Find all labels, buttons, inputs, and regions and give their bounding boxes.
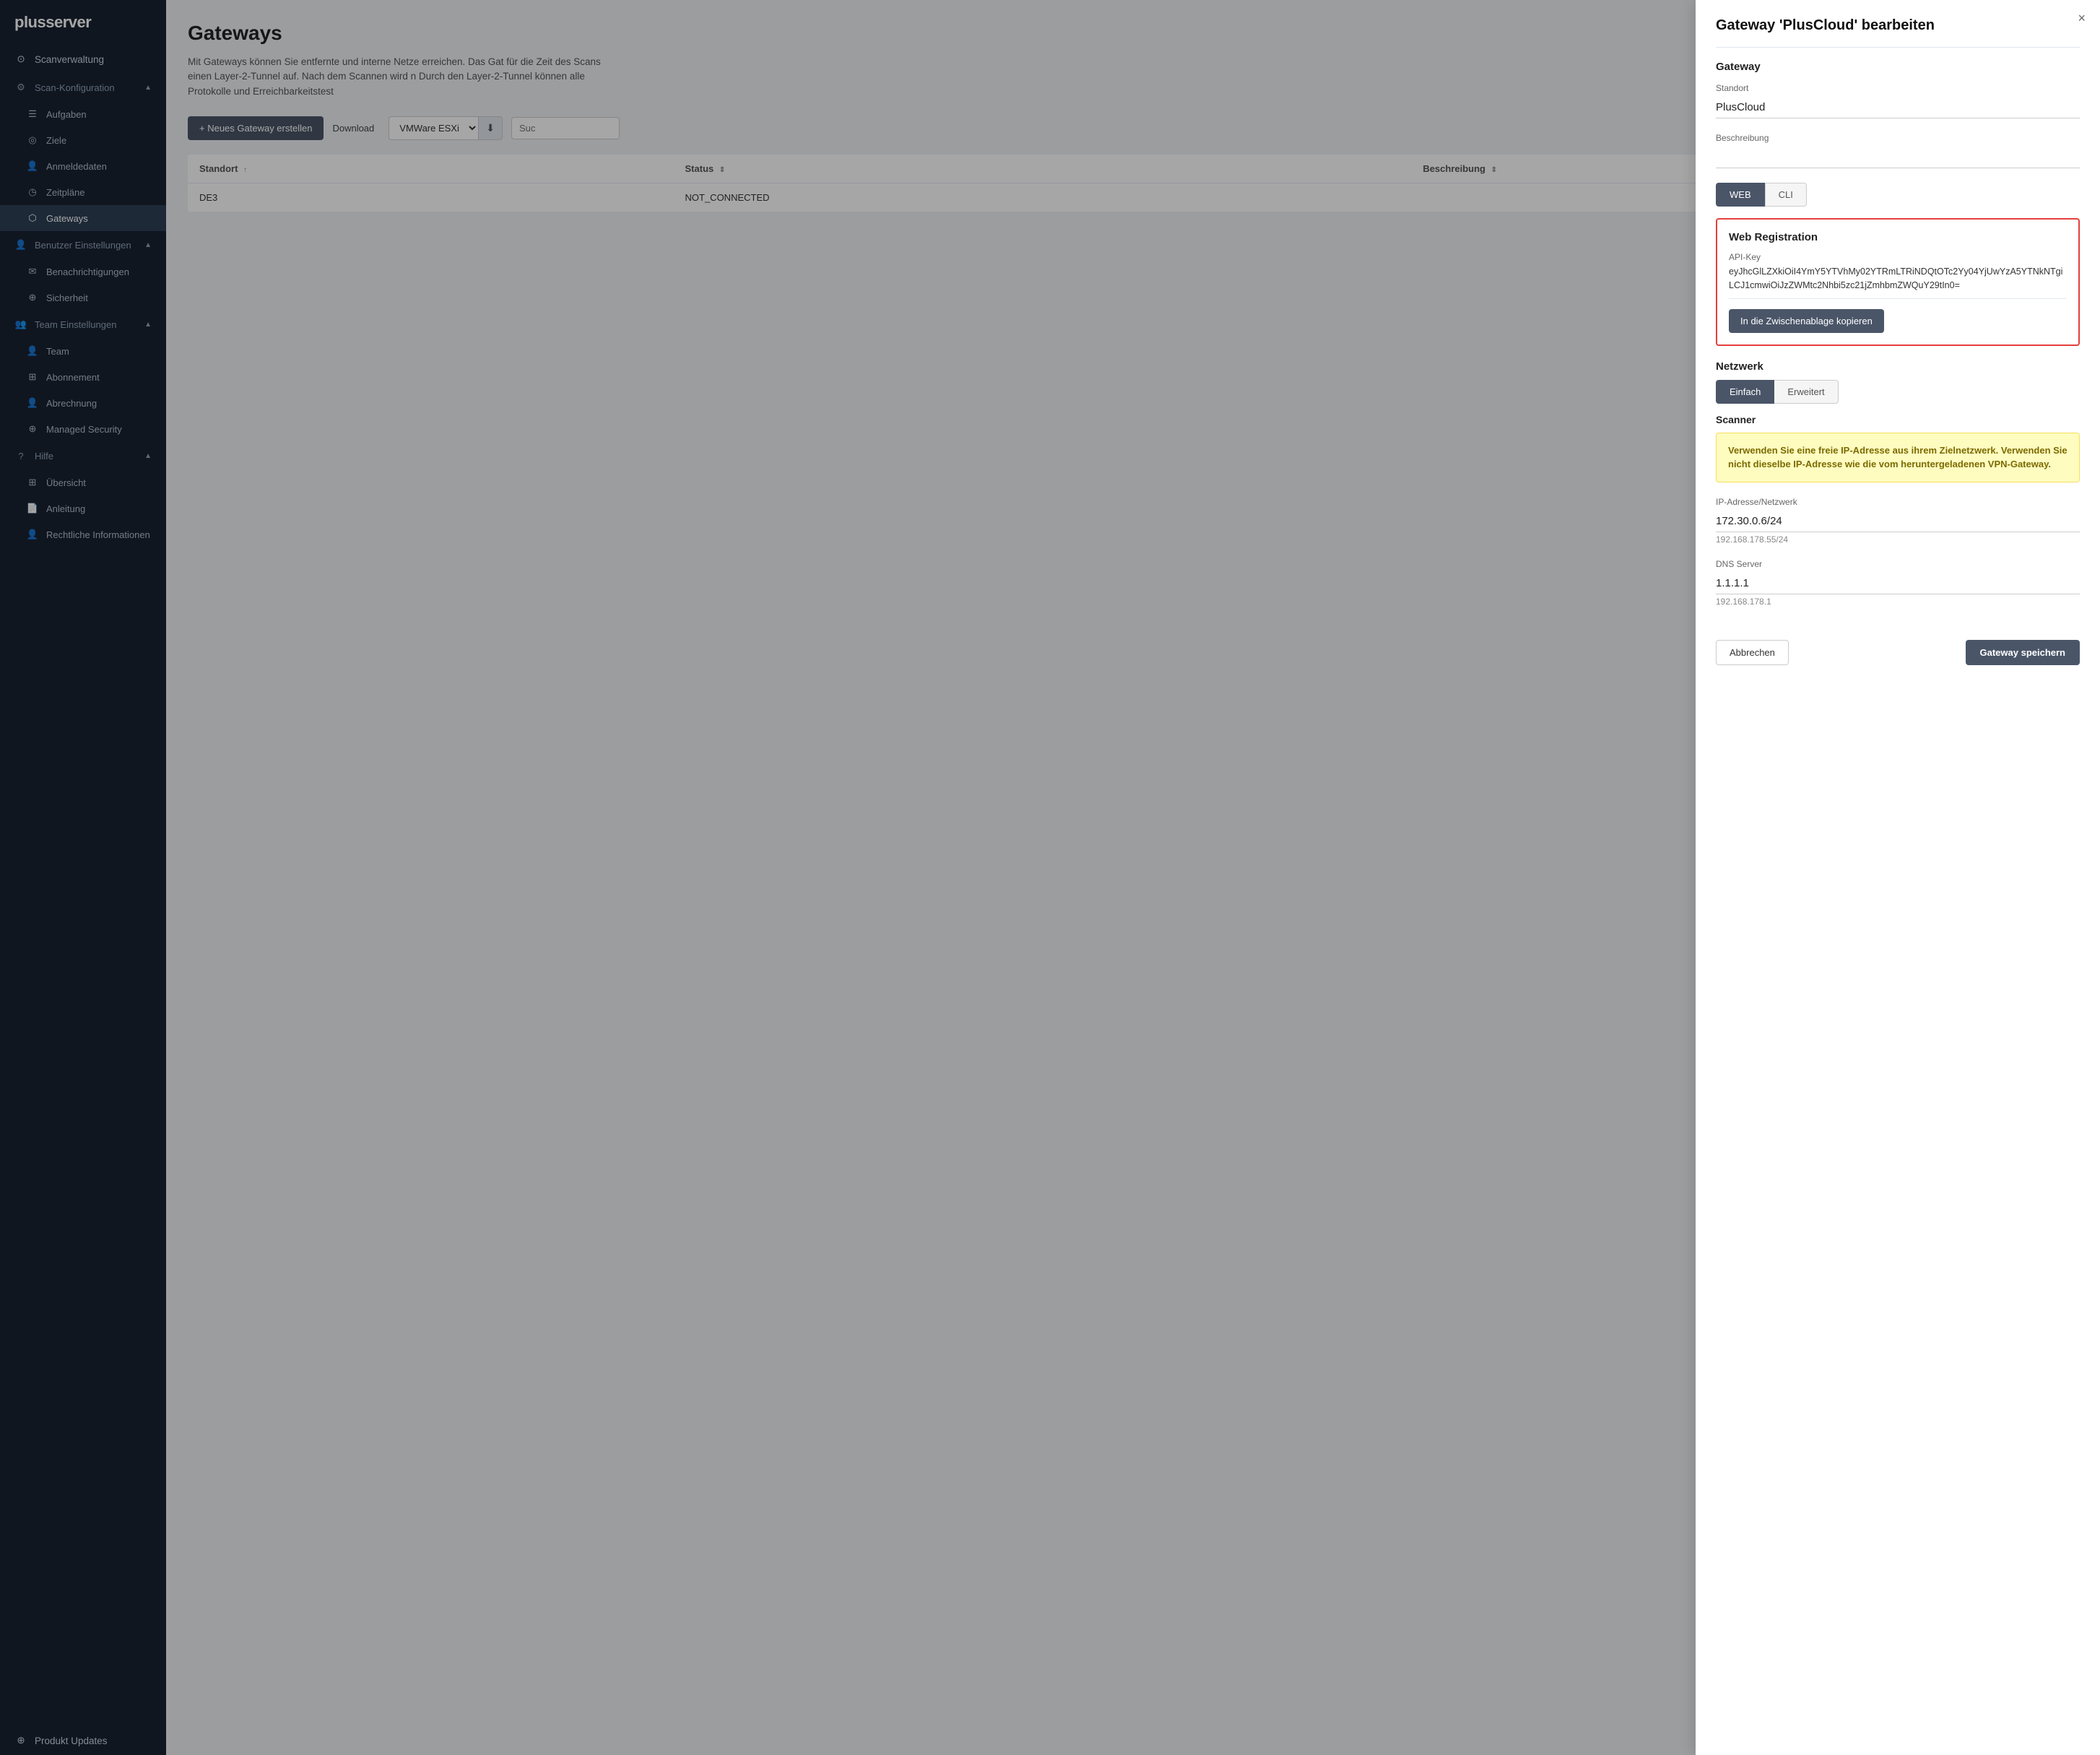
- modal-close-button[interactable]: ×: [2078, 12, 2086, 25]
- form-field-dns: DNS Server 192.168.178.1: [1716, 559, 2080, 607]
- network-tab-group: Einfach Erweitert: [1716, 380, 2080, 404]
- beschreibung-label: Beschreibung: [1716, 133, 2080, 143]
- ip-hint: 192.168.178.55/24: [1716, 534, 2080, 545]
- form-field-beschreibung: Beschreibung: [1716, 133, 2080, 168]
- beschreibung-input[interactable]: [1716, 147, 2080, 168]
- api-key-value: eyJhcGlLZXkiOiI4YmY5YTVhMy02YTRmLTRiNDQt…: [1729, 265, 2067, 299]
- standort-input[interactable]: [1716, 97, 2080, 118]
- modal-footer: Abbrechen Gateway speichern: [1716, 628, 2080, 665]
- network-title: Netzwerk: [1716, 360, 2080, 373]
- modal-title: Gateway 'PlusCloud' bearbeiten: [1716, 17, 2080, 34]
- warning-box: Verwenden Sie eine freie IP-Adresse aus …: [1716, 433, 2080, 482]
- copy-button[interactable]: In die Zwischenablage kopieren: [1729, 309, 1884, 333]
- tab-cli[interactable]: CLI: [1765, 183, 1807, 207]
- save-button[interactable]: Gateway speichern: [1966, 640, 2081, 665]
- standort-label: Standort: [1716, 83, 2080, 93]
- form-field-standort: Standort: [1716, 83, 2080, 118]
- dns-hint: 192.168.178.1: [1716, 597, 2080, 607]
- web-registration-box: Web Registration API-Key eyJhcGlLZXkiOiI…: [1716, 218, 2080, 346]
- scanner-title: Scanner: [1716, 414, 2080, 425]
- tab-group-web-cli: WEB CLI: [1716, 183, 2080, 207]
- form-field-ip: IP-Adresse/Netzwerk 192.168.178.55/24: [1716, 497, 2080, 545]
- modal-panel: × Gateway 'PlusCloud' bearbeiten Gateway…: [1696, 0, 2100, 1755]
- modal-section-gateway: Gateway: [1716, 61, 2080, 73]
- web-reg-title: Web Registration: [1729, 231, 2067, 243]
- api-key-label: API-Key: [1729, 252, 2067, 262]
- ip-input[interactable]: [1716, 511, 2080, 532]
- ip-label: IP-Adresse/Netzwerk: [1716, 497, 2080, 507]
- cancel-button[interactable]: Abbrechen: [1716, 640, 1789, 665]
- tab-web[interactable]: WEB: [1716, 183, 1765, 207]
- dns-label: DNS Server: [1716, 559, 2080, 569]
- tab-einfach[interactable]: Einfach: [1716, 380, 1774, 404]
- tab-erweitert[interactable]: Erweitert: [1774, 380, 1838, 404]
- dns-input[interactable]: [1716, 573, 2080, 594]
- warning-text: Verwenden Sie eine freie IP-Adresse aus …: [1728, 445, 2068, 470]
